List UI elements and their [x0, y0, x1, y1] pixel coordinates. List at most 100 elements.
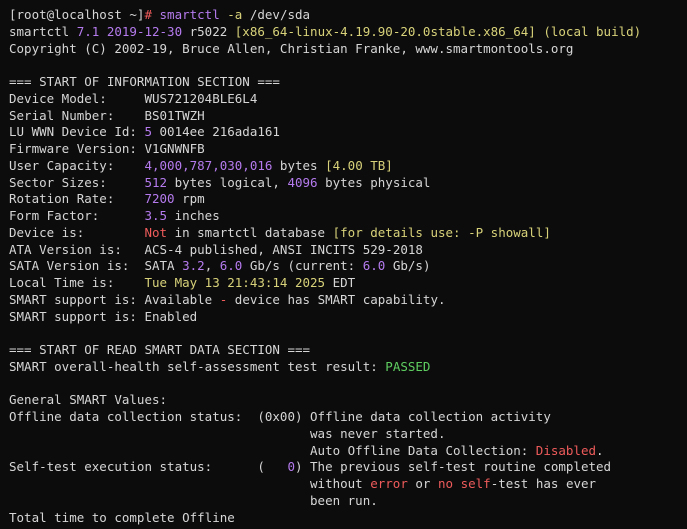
terminal-text: Disabled — [535, 442, 597, 458]
terminal-text: SMART support is: — [9, 308, 145, 324]
terminal-text: BS01TWZH — [144, 107, 205, 123]
terminal-text: -test has ever — [490, 476, 597, 491]
terminal-line: === START OF INFORMATION SECTION === — [9, 74, 687, 91]
terminal-text: 3.5 — [144, 208, 168, 223]
terminal-text: or — [407, 476, 438, 491]
terminal-text: Offline data collection status: ( — [9, 409, 265, 424]
terminal-text: in smartctl database — [167, 224, 333, 240]
terminal-text: EDT — [325, 275, 356, 290]
terminal-text: SMART overall-health self-assessment tes… — [9, 358, 386, 374]
terminal-text: rpm — [174, 191, 205, 207]
terminal-text: 6.0 — [362, 258, 386, 274]
terminal-text: been run. — [9, 492, 378, 508]
terminal-window[interactable]: [root@localhost ~]# smartctl -a /dev/sda… — [0, 0, 687, 529]
terminal-text: 7200 — [144, 191, 175, 207]
terminal-text: 4096 — [287, 174, 318, 190]
terminal-line: SMART support is: Available - device has… — [9, 292, 687, 309]
terminal-text: Auto Offline Data Collection: — [9, 442, 536, 458]
terminal-line: Device is: Not in smartctl database [for… — [9, 225, 687, 242]
terminal-text: ) The previous self-test routine complet… — [294, 459, 612, 475]
terminal-text: bytes logical, — [167, 174, 288, 190]
terminal-text: error — [370, 476, 408, 491]
terminal-line: Sector Sizes: 512 bytes logical, 4096 by… — [9, 175, 687, 192]
terminal-line: without error or no self-test has ever — [9, 476, 687, 493]
terminal-text: Self-test execution status: ( — [9, 459, 288, 475]
terminal-text: showall] — [483, 224, 551, 240]
terminal-line: General SMART Values: — [9, 392, 687, 409]
terminal-text: without — [9, 476, 371, 491]
terminal-line: Self-test execution status: ( 0) The pre… — [9, 459, 687, 476]
terminal-text: ACS-4 published, ANSI INCITS 529-2018 — [144, 241, 423, 257]
terminal-text: inches — [167, 208, 220, 223]
terminal-text: -a — [227, 7, 250, 22]
terminal-text: Gb/s (current: — [242, 258, 363, 274]
terminal-line: SMART overall-health self-assessment tes… — [9, 359, 687, 376]
terminal-text: User Capacity: — [9, 157, 145, 173]
terminal-text: (local build) — [535, 23, 642, 39]
terminal-text: [for details use: — [332, 224, 469, 240]
terminal-text: # — [144, 7, 160, 22]
terminal-text: ATA Version is: — [9, 241, 145, 257]
terminal-line: Serial Number: BS01TWZH — [9, 108, 687, 125]
terminal-text: Device is: — [9, 224, 145, 240]
terminal-text: -P — [468, 224, 484, 240]
terminal-line: Rotation Rate: 7200 rpm — [9, 191, 687, 208]
terminal-text: smartctl — [9, 23, 77, 39]
terminal-line: === START OF READ SMART DATA SECTION === — [9, 342, 687, 359]
terminal-line: SATA Version is: SATA 3.2, 6.0 Gb/s (cur… — [9, 258, 687, 275]
terminal-text: Enabled — [144, 308, 198, 324]
terminal-text: bytes physical — [317, 174, 431, 190]
terminal-text: self — [460, 476, 491, 491]
terminal-text: Not — [144, 224, 168, 240]
terminal-text: SATA Version is: — [9, 258, 145, 274]
terminal-line: Total time to complete Offline — [9, 510, 687, 527]
terminal-text: no — [437, 476, 454, 491]
terminal-text: 3.2 — [182, 258, 205, 274]
terminal-text: 7.1 2019-12-30 — [76, 23, 183, 39]
terminal-line: Local Time is: Tue May 13 21:43:14 2025 … — [9, 275, 687, 292]
terminal-text: bytes — [272, 157, 326, 173]
terminal-line: Copyright (C) 2002-19, Bruce Allen, Chri… — [9, 41, 687, 58]
terminal-text: Rotation Rate: — [9, 191, 145, 207]
terminal-text: WUS721204BLE6L4 — [144, 90, 258, 106]
terminal-line: ATA Version is: ACS-4 published, ANSI IN… — [9, 242, 687, 259]
terminal-line: SMART support is: Enabled — [9, 309, 687, 326]
terminal-text: [x86_64-linux-4.19.90-20.0stable.x86_64] — [234, 23, 536, 39]
terminal-text: Total time to complete Offline — [9, 509, 235, 525]
terminal-line: Firmware Version: V1GNWNFB — [9, 141, 687, 158]
terminal-line: was never started. — [9, 426, 687, 443]
terminal-line: Auto Offline Data Collection: Disabled. — [9, 443, 687, 460]
terminal-text: was never started. — [9, 425, 446, 441]
terminal-text: 512 — [144, 174, 168, 190]
terminal-text: V1GNWNFB — [144, 141, 205, 156]
terminal-line: Device Model: WUS721204BLE6L4 — [9, 91, 687, 108]
terminal-text: r5022 — [182, 23, 235, 39]
terminal-text: SATA — [144, 258, 183, 274]
terminal-text: Copyright (C) 2002-19, Bruce Allen, Chri… — [9, 40, 574, 56]
terminal-text: Firmware Version: — [9, 141, 145, 156]
terminal-text: LU WWN Device Id: — [9, 124, 145, 140]
terminal-text: . — [596, 442, 604, 458]
terminal-text: ) Offline data collection activity — [294, 409, 551, 424]
terminal-line: Form Factor: 3.5 inches — [9, 208, 687, 225]
terminal-text: === START OF READ SMART DATA SECTION === — [9, 342, 311, 357]
terminal-text: Gb/s) — [385, 258, 431, 274]
terminal-line: LU WWN Device Id: 5 0014ee 216ada161 — [9, 124, 687, 141]
terminal-text: device has SMART capability. — [227, 291, 446, 307]
terminal-text: PASSED — [385, 358, 431, 374]
terminal-text: 0x00 — [264, 409, 295, 424]
terminal-text: 5 — [144, 124, 152, 140]
terminal-text: 4,000,787,030,016 — [144, 157, 273, 173]
terminal-text: 0 — [287, 459, 295, 475]
terminal-text: [root@localhost ~] — [9, 7, 145, 22]
terminal-text: Form Factor: — [9, 208, 145, 223]
terminal-line: [root@localhost ~]# smartctl -a /dev/sda — [9, 7, 687, 24]
terminal-text: 0014ee 216ada161 — [152, 124, 280, 140]
terminal-text: [4.00 TB] — [325, 157, 393, 173]
terminal-text: Tue May 13 21:43:14 2025 — [144, 275, 326, 290]
terminal-text: /dev/sda — [249, 7, 311, 22]
